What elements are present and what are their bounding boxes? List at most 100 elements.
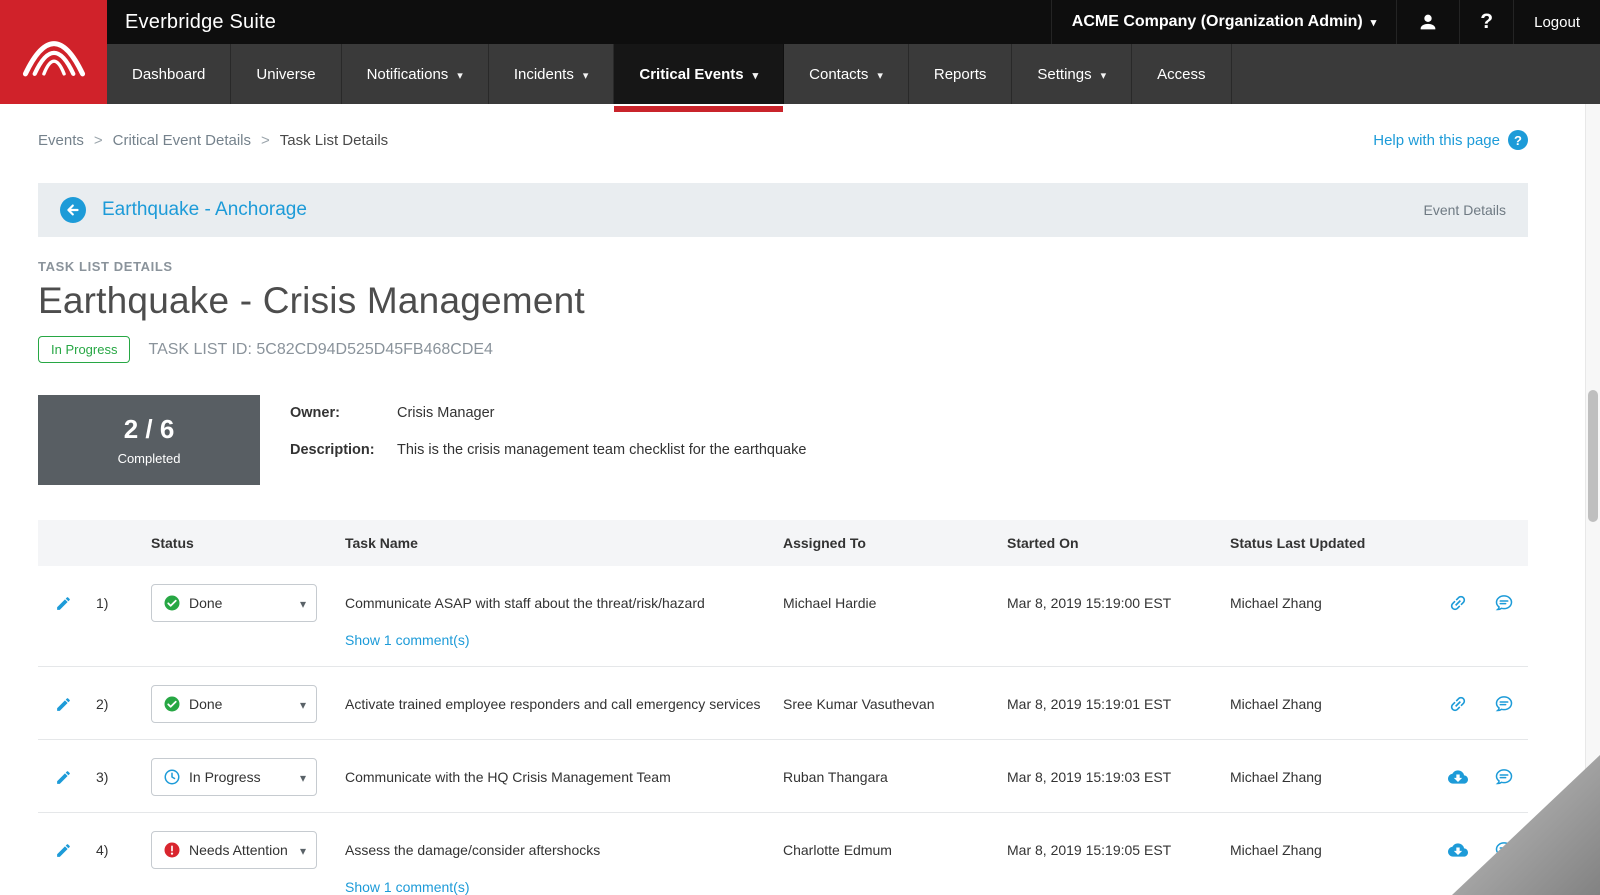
comment-icon[interactable] — [1494, 694, 1514, 714]
everbridge-logo[interactable] — [0, 0, 107, 104]
person-icon — [1417, 11, 1439, 33]
comment-icon[interactable] — [1494, 593, 1514, 613]
chevron-down-icon — [300, 696, 306, 712]
app-title: Everbridge Suite — [125, 11, 276, 34]
task-number: 3) — [88, 758, 151, 796]
progress-summary: 2 / 6 Completed — [38, 395, 260, 485]
topbar-right: ACME Company (Organization Admin) Logout — [1051, 0, 1600, 44]
col-assigned-to: Assigned To — [783, 535, 1007, 551]
show-comments-link[interactable]: Show 1 comment(s) — [345, 630, 783, 650]
help-circle-icon — [1508, 130, 1528, 150]
status-label: Done — [189, 696, 292, 712]
status-done-icon — [163, 695, 181, 713]
nav-item-notifications[interactable]: Notifications — [342, 44, 489, 104]
edit-task-icon[interactable] — [55, 696, 72, 713]
task-status-dropdown[interactable]: Needs Attention — [151, 831, 317, 869]
task-name: Communicate with the HQ Crisis Managemen… — [345, 758, 783, 796]
nav-item-label: Universe — [256, 66, 315, 83]
task-name: Communicate ASAP with staff about the th… — [345, 584, 783, 622]
nav-item-label: Incidents — [514, 66, 574, 83]
link-icon[interactable] — [1448, 694, 1468, 714]
started-on: Mar 8, 2019 15:19:01 EST — [1007, 685, 1230, 723]
breadcrumb: Events>Critical Event Details>Task List … — [38, 130, 1528, 150]
topbar: Everbridge Suite ACME Company (Organizat… — [0, 0, 1600, 44]
user-profile-button[interactable] — [1396, 0, 1459, 44]
col-task-name: Task Name — [345, 535, 783, 551]
nav-item-universe[interactable]: Universe — [231, 44, 341, 104]
edit-task-icon[interactable] — [55, 769, 72, 786]
started-on: Mar 8, 2019 15:19:00 EST — [1007, 584, 1230, 622]
assigned-to: Sree Kumar Vasuthevan — [783, 685, 1007, 723]
col-status-last-updated: Status Last Updated — [1230, 535, 1428, 551]
breadcrumb-item[interactable]: Events — [38, 132, 84, 149]
nav-item-settings[interactable]: Settings — [1012, 44, 1132, 104]
link-icon[interactable] — [1448, 593, 1468, 613]
task-status-dropdown[interactable]: Done — [151, 685, 317, 723]
status-in-progress-icon — [163, 768, 181, 786]
nav-item-contacts[interactable]: Contacts — [784, 44, 909, 104]
question-mark-icon — [1480, 10, 1493, 34]
nav-item-critical-events[interactable]: Critical Events — [614, 44, 784, 104]
status-label: Needs Attention — [189, 842, 292, 858]
chevron-down-icon — [300, 842, 306, 858]
table-row: 1) Done Communicate ASAP with staff about … — [38, 566, 1528, 667]
progress-count: 2 / 6 — [124, 414, 175, 445]
section-label: TASK LIST DETAILS — [38, 259, 1528, 274]
assigned-to: Michael Hardie — [783, 584, 1007, 622]
started-on: Mar 8, 2019 15:19:05 EST — [1007, 831, 1230, 869]
nav-item-incidents[interactable]: Incidents — [489, 44, 615, 104]
everbridge-logo-icon — [12, 10, 96, 94]
meta-info: Owner: Crisis Manager Description: This … — [290, 395, 806, 485]
nav-item-access[interactable]: Access — [1132, 44, 1231, 104]
status-needs-attention-icon — [163, 841, 181, 859]
breadcrumb-items: Events>Critical Event Details>Task List … — [38, 132, 388, 149]
nav-item-dashboard[interactable]: Dashboard — [107, 44, 231, 104]
col-status: Status — [151, 535, 345, 551]
comment-icon[interactable] — [1494, 767, 1514, 787]
cloud-download-icon[interactable] — [1448, 840, 1468, 860]
chevron-down-icon — [753, 66, 759, 83]
chevron-down-icon — [457, 66, 463, 83]
chevron-down-icon — [1371, 13, 1377, 31]
logout-button[interactable]: Logout — [1513, 0, 1600, 44]
table-row: 2)DoneActivate trained employee responde… — [38, 667, 1528, 740]
nav-item-label: Reports — [934, 66, 987, 83]
assigned-to: Ruban Thangara — [783, 758, 1007, 796]
task-list-id: TASK LIST ID: 5C82CD94D525D45FB468CDE4 — [148, 341, 492, 359]
chevron-down-icon — [300, 595, 306, 611]
status-label: Done — [189, 595, 292, 611]
help-button[interactable] — [1459, 0, 1513, 44]
edit-task-icon[interactable] — [55, 842, 72, 859]
task-status-dropdown[interactable]: In Progress — [151, 758, 317, 796]
scrollbar-thumb[interactable] — [1588, 390, 1598, 522]
help-with-page-link[interactable]: Help with this page — [1373, 130, 1528, 150]
status-badge: In Progress — [38, 336, 130, 363]
edit-task-icon[interactable] — [55, 595, 72, 612]
task-table: Status Task Name Assigned To Started On … — [38, 520, 1528, 895]
page-content: Events>Critical Event Details>Task List … — [38, 130, 1528, 895]
show-comments-link[interactable]: Show 1 comment(s) — [345, 877, 783, 895]
status-last-updated: Michael Zhang — [1230, 685, 1428, 723]
owner-value: Crisis Manager — [397, 405, 806, 421]
status-label: In Progress — [189, 769, 292, 785]
chevron-down-icon — [300, 769, 306, 785]
cloud-download-icon[interactable] — [1448, 767, 1468, 787]
table-header: Status Task Name Assigned To Started On … — [38, 520, 1528, 566]
org-selector[interactable]: ACME Company (Organization Admin) — [1051, 0, 1397, 44]
back-button[interactable] — [60, 197, 86, 223]
main-nav: Dashboard Universe Notifications Incidents C… — [0, 44, 1600, 104]
task-number: 1) — [88, 584, 151, 622]
task-number: 4) — [88, 831, 151, 869]
nav-item-reports[interactable]: Reports — [909, 44, 1013, 104]
col-started-on: Started On — [1007, 535, 1230, 551]
owner-label: Owner: — [290, 405, 397, 421]
status-last-updated: Michael Zhang — [1230, 584, 1428, 622]
badge-row: In Progress TASK LIST ID: 5C82CD94D525D4… — [38, 336, 1528, 363]
nav-item-label: Dashboard — [132, 66, 205, 83]
event-title-link[interactable]: Earthquake - Anchorage — [102, 199, 307, 221]
chevron-down-icon — [583, 66, 589, 83]
breadcrumb-item[interactable]: Critical Event Details — [113, 132, 251, 149]
page-title: Earthquake - Crisis Management — [38, 280, 1528, 322]
nav-item-label: Contacts — [809, 66, 868, 83]
task-status-dropdown[interactable]: Done — [151, 584, 317, 622]
